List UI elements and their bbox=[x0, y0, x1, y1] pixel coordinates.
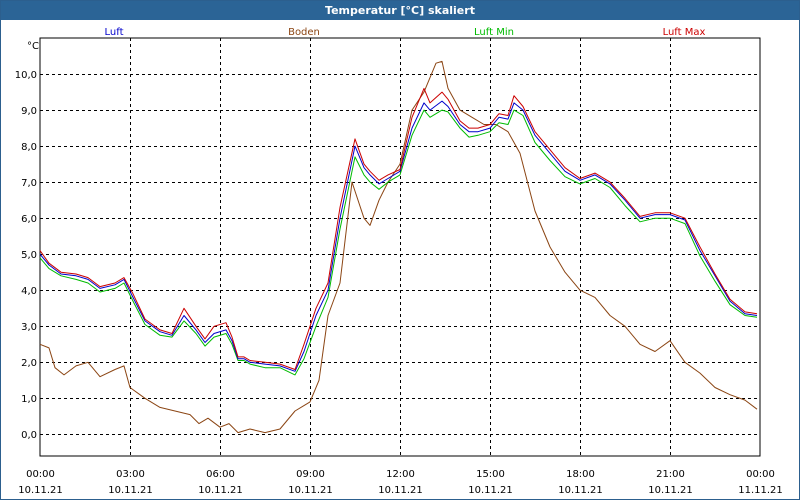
x-tick-time: 03:00 bbox=[116, 469, 145, 480]
y-tick-label: 10,0 bbox=[15, 70, 37, 81]
y-tick-label: 0,0 bbox=[21, 430, 37, 441]
y-tick-label: 4,0 bbox=[21, 286, 37, 297]
x-tick-date: 10.11.21 bbox=[378, 485, 423, 496]
x-tick-time: 00:00 bbox=[746, 469, 775, 480]
window-title: Temperatur [°C] skaliert bbox=[1, 1, 799, 20]
x-tick-time: 18:00 bbox=[566, 469, 595, 480]
legend-entry: Boden bbox=[288, 27, 320, 38]
y-tick-label: 3,0 bbox=[21, 322, 37, 333]
y-tick-label: 1,0 bbox=[21, 394, 37, 405]
legend-entry: Luft bbox=[105, 27, 124, 38]
x-tick-time: 12:00 bbox=[386, 469, 415, 480]
x-tick-date: 10.11.21 bbox=[468, 485, 513, 496]
x-tick-date: 10.11.21 bbox=[648, 485, 693, 496]
x-tick-date: 10.11.21 bbox=[288, 485, 333, 496]
y-tick-label: 8,0 bbox=[21, 142, 37, 153]
legend-entry: Luft Min bbox=[474, 27, 514, 38]
x-tick-date: 10.11.21 bbox=[198, 485, 243, 496]
x-tick-time: 15:00 bbox=[476, 469, 505, 480]
x-tick-date: 10.11.21 bbox=[18, 485, 63, 496]
y-tick-label: 5,0 bbox=[21, 250, 37, 261]
y-tick-label: 7,0 bbox=[21, 178, 37, 189]
legend-entry: Luft Max bbox=[663, 27, 706, 38]
x-tick-date: 10.11.21 bbox=[558, 485, 603, 496]
x-tick-date: 10.11.21 bbox=[108, 485, 153, 496]
y-tick-label: 6,0 bbox=[21, 214, 37, 225]
x-tick-time: 06:00 bbox=[206, 469, 235, 480]
y-tick-label: 9,0 bbox=[21, 106, 37, 117]
x-tick-time: 00:00 bbox=[26, 469, 55, 480]
chart-canvas: 0,0 1,0 2,0 3,0 4,0 5,0 6,0 7,0 8,0 9,0 10,0 00:00 1… bbox=[15, 27, 783, 496]
x-tick-time: 21:00 bbox=[656, 469, 685, 480]
x-tick-time: 09:00 bbox=[296, 469, 325, 480]
y-axis-label: °C bbox=[27, 41, 39, 52]
y-tick-label: 2,0 bbox=[21, 358, 37, 369]
x-tick-date: 11.11.21 bbox=[738, 485, 783, 496]
chart-window: Temperatur [°C] skaliert 0,0 1,0 2,0 3,0 4,0… bbox=[0, 0, 800, 500]
